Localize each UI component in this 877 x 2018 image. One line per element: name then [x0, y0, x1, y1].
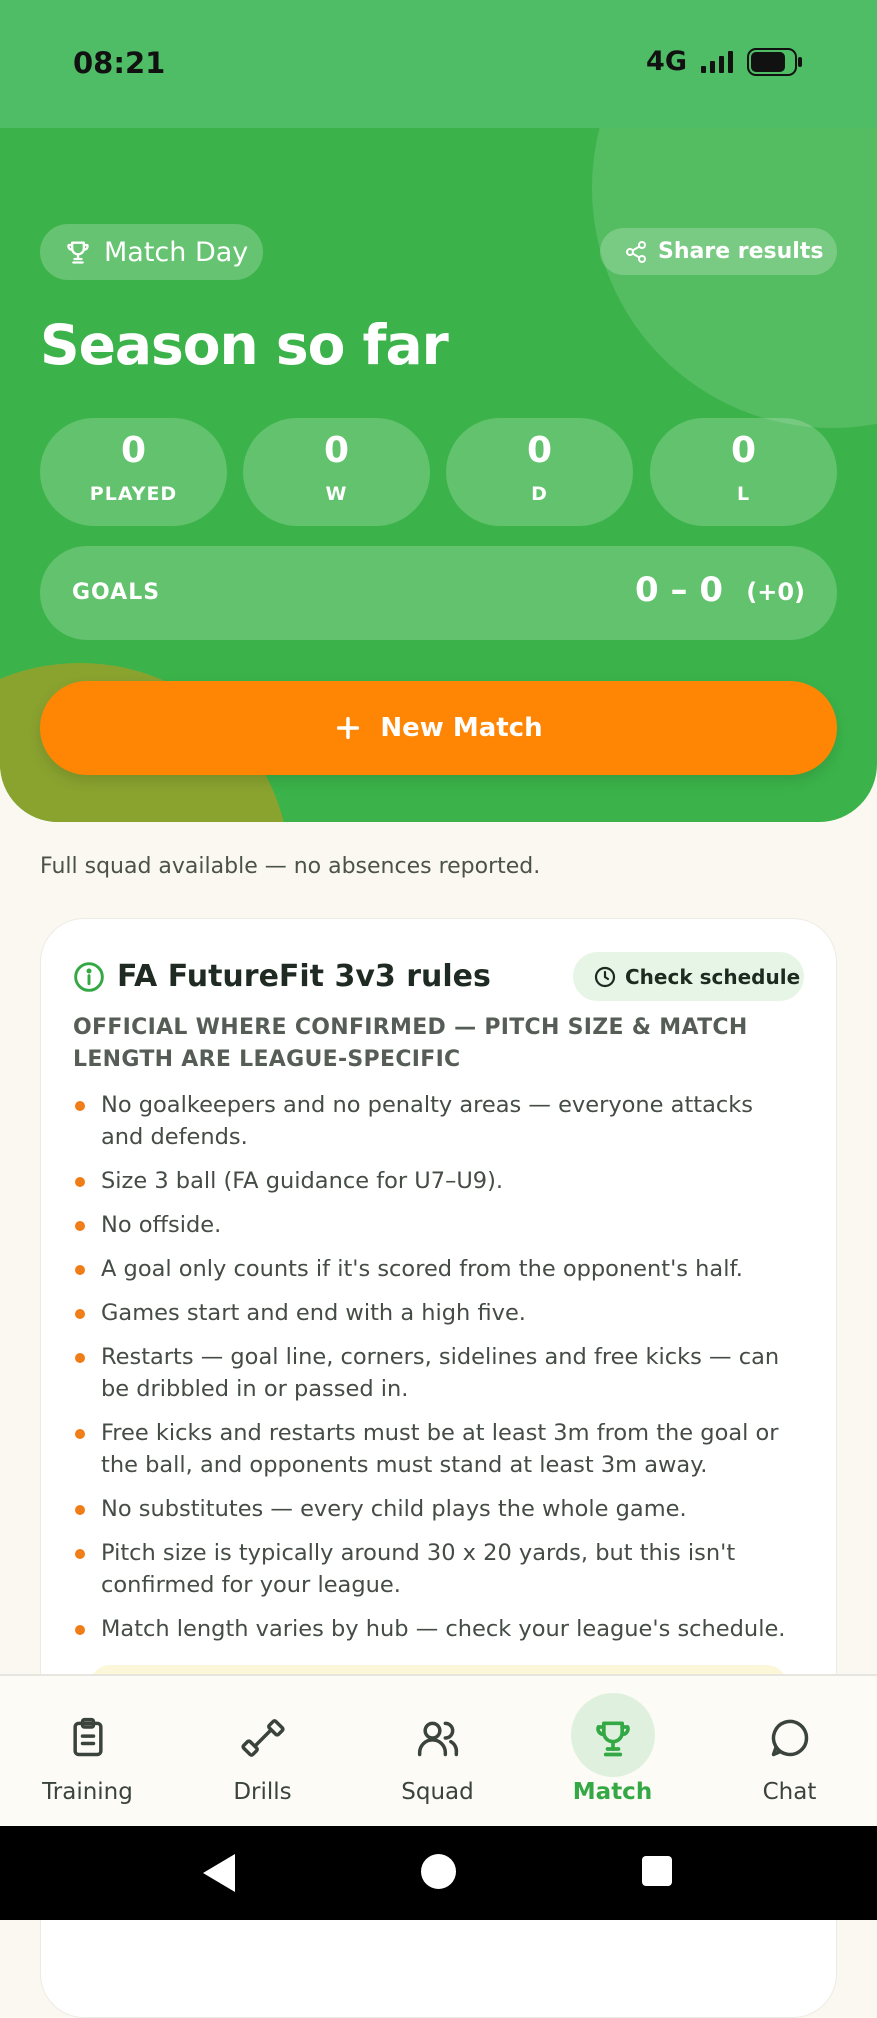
rule-item: Size 3 ball (FA guidance for U7–U9). — [73, 1165, 801, 1197]
stat-value: 0 — [323, 430, 350, 471]
share-results-button[interactable]: Share results — [600, 228, 837, 275]
info-icon — [74, 961, 104, 992]
stat-played: 0 PLAYED — [40, 418, 227, 526]
nav-training[interactable]: Training — [0, 1676, 175, 1828]
availability-note: Full squad available — no absences repor… — [40, 854, 541, 879]
home-icon[interactable] — [421, 1854, 456, 1889]
nav-label: Training — [42, 1779, 133, 1805]
goals-summary: GOALS 0 – 0 (+0) — [40, 546, 837, 640]
users-icon — [417, 1721, 458, 1757]
nav-label: Drills — [233, 1779, 292, 1805]
goals-label: GOALS — [72, 580, 161, 605]
nav-chat[interactable]: Chat — [702, 1676, 877, 1828]
stat-losses: 0 L — [650, 418, 837, 526]
network-type: 4G — [646, 46, 687, 77]
recents-icon[interactable] — [642, 1856, 672, 1886]
bottom-nav: Training Drills Squad Match Chat — [0, 1674, 877, 1828]
share-icon — [626, 240, 646, 263]
signal-icon — [701, 50, 733, 73]
share-results-label: Share results — [658, 239, 824, 264]
decorative-circle — [592, 128, 877, 428]
rules-list: No goalkeepers and no penalty areas — ev… — [73, 1089, 801, 1657]
rule-item: No substitutes — every child plays the w… — [73, 1493, 801, 1525]
clipboard-icon — [72, 1717, 103, 1757]
rules-card-title: FA FutureFit 3v3 rules — [117, 959, 491, 994]
status-indicators: 4G — [646, 46, 803, 77]
rule-item: Restarts — goal line, corners, sidelines… — [73, 1341, 801, 1405]
rules-card-header: FA FutureFit 3v3 rules — [73, 959, 491, 994]
system-nav-bar — [0, 1826, 877, 1920]
status-bar: 08:21 4G — [0, 0, 877, 128]
nav-label: Match — [572, 1779, 653, 1805]
nav-label: Chat — [762, 1779, 817, 1805]
dumbbell-icon — [240, 1719, 285, 1757]
stat-value: 0 — [730, 430, 757, 471]
stat-wins: 0 W — [243, 418, 430, 526]
check-schedule-button[interactable]: Check schedule — [573, 952, 804, 1001]
match-day-badge: Match Day — [40, 224, 263, 280]
rule-item: A goal only counts if it's scored from t… — [73, 1253, 801, 1285]
chat-icon — [771, 1719, 808, 1757]
stat-label: D — [531, 483, 548, 505]
rule-item: Free kicks and restarts must be at least… — [73, 1417, 801, 1481]
rule-item: Match length varies by hub — check your … — [73, 1613, 801, 1645]
season-hero: Match Day Share results Season so far 0 … — [0, 128, 877, 822]
goals-score: 0 – 0 — [635, 570, 723, 610]
rule-item: Games start and end with a high five. — [73, 1297, 801, 1329]
stat-label: W — [325, 483, 348, 505]
nav-squad[interactable]: Squad — [350, 1676, 525, 1828]
stat-value: 0 — [526, 430, 553, 471]
stat-label: L — [736, 483, 751, 505]
trophy-icon — [595, 1721, 630, 1757]
status-time: 08:21 — [73, 46, 166, 80]
stat-value: 0 — [120, 430, 147, 471]
nav-match[interactable]: Match — [525, 1676, 700, 1828]
rules-card-subtitle: OFFICIAL WHERE CONFIRMED — PITCH SIZE & … — [73, 1015, 748, 1072]
stat-label: PLAYED — [89, 483, 178, 505]
nav-drills[interactable]: Drills — [175, 1676, 350, 1828]
new-match-label: New Match — [380, 713, 543, 743]
match-day-label: Match Day — [104, 236, 249, 268]
nav-label: Squad — [401, 1779, 474, 1805]
trophy-icon — [67, 241, 89, 264]
check-schedule-label: Check schedule — [625, 964, 801, 989]
page-title: Season so far — [40, 313, 449, 377]
clock-icon — [594, 966, 616, 987]
rule-item: No offside. — [73, 1209, 801, 1241]
rule-item: No goalkeepers and no penalty areas — ev… — [73, 1089, 801, 1153]
back-icon[interactable] — [203, 1854, 235, 1892]
battery-icon — [747, 47, 802, 76]
goal-difference: (+0) — [746, 578, 805, 606]
rule-item: Pitch size is typically around 30 x 20 y… — [73, 1537, 801, 1601]
plus-icon — [337, 716, 360, 740]
stat-draws: 0 D — [446, 418, 633, 526]
new-match-button[interactable]: New Match — [40, 681, 837, 775]
